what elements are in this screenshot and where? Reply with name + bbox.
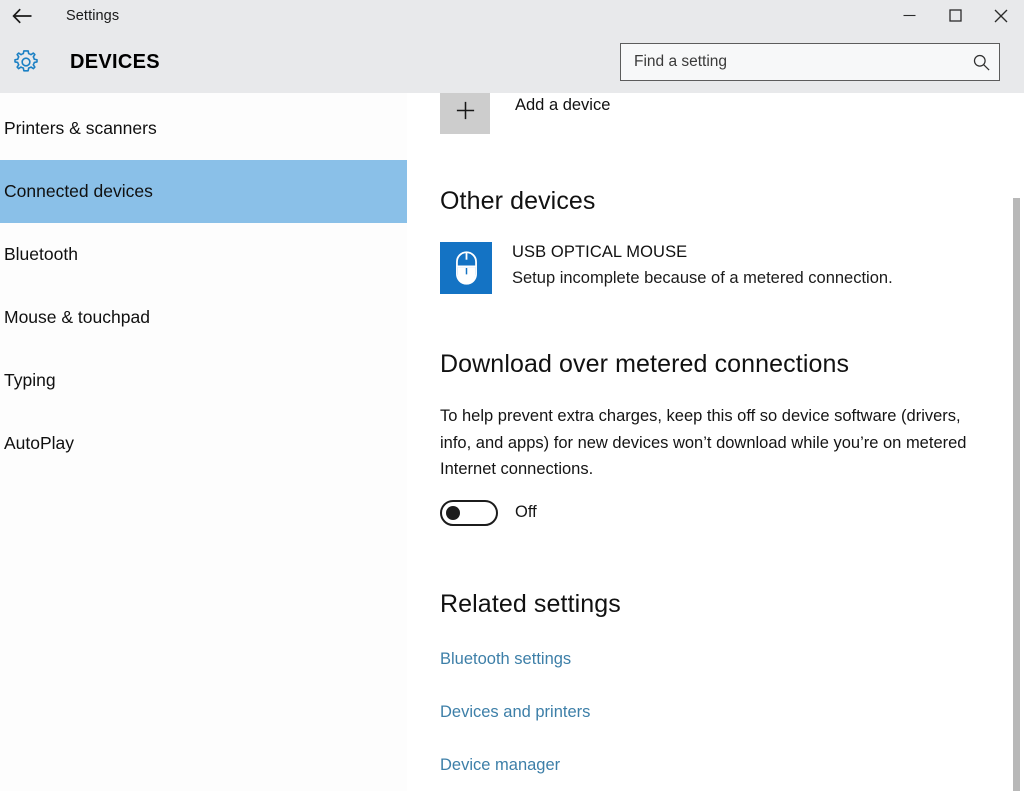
related-settings-heading: Related settings — [440, 589, 621, 618]
settings-window: Settings DEVICES Find a setting Printers… — [0, 0, 1024, 791]
back-button[interactable] — [0, 0, 46, 31]
sidebar-nav: Printers & scanners Connected devices Bl… — [0, 93, 407, 791]
mouse-icon — [455, 251, 477, 285]
sidebar-item-label: Printers & scanners — [4, 118, 157, 138]
back-arrow-icon — [12, 8, 32, 23]
title-bar: Settings — [0, 0, 1024, 31]
maximize-button[interactable] — [932, 0, 978, 31]
link-device-manager[interactable]: Device manager — [440, 755, 994, 775]
search-box[interactable] — [620, 43, 1000, 81]
metered-toggle-row: Off — [440, 499, 994, 526]
add-device-button[interactable]: Add a device — [440, 93, 994, 140]
sidebar-item-label: Bluetooth — [4, 244, 78, 264]
link-bluetooth-settings[interactable]: Bluetooth settings — [440, 649, 994, 669]
body: Printers & scanners Connected devices Bl… — [0, 93, 1024, 791]
sidebar-item-bluetooth[interactable]: Bluetooth — [0, 223, 407, 286]
device-name: USB OPTICAL MOUSE — [512, 243, 688, 261]
toggle-state-label: Off — [515, 503, 537, 521]
close-button[interactable] — [978, 0, 1024, 31]
gear-icon — [14, 50, 38, 72]
sidebar-item-label: Connected devices — [4, 181, 153, 201]
content-scroll-area: Add a device Other devices USB OPTICAL M… — [407, 93, 1024, 791]
metered-download-toggle[interactable] — [440, 499, 498, 526]
scrollbar-thumb[interactable] — [1013, 198, 1020, 791]
metered-description: To help prevent extra charges, keep this… — [440, 407, 967, 478]
search-input[interactable] — [621, 44, 963, 80]
sidebar-item-connected-devices[interactable]: Connected devices — [0, 160, 407, 223]
mouse-device-icon — [440, 242, 492, 294]
add-device-plus-button[interactable] — [440, 93, 490, 134]
window-controls — [886, 0, 1024, 31]
settings-content: Add a device Other devices USB OPTICAL M… — [407, 93, 1024, 791]
settings-gear — [3, 47, 49, 77]
minimize-button[interactable] — [886, 0, 932, 31]
plus-icon — [456, 101, 474, 120]
sidebar-item-label: AutoPlay — [4, 433, 75, 453]
search-button[interactable] — [963, 53, 999, 72]
sidebar-item-label: Typing — [4, 370, 56, 390]
maximize-icon — [948, 9, 962, 22]
link-devices-and-printers[interactable]: Devices and printers — [440, 702, 994, 722]
other-devices-heading: Other devices — [440, 187, 596, 215]
minimize-icon — [903, 14, 915, 17]
sidebar-item-typing[interactable]: Typing — [0, 349, 407, 412]
add-device-label: Add a device — [515, 96, 611, 114]
close-icon — [994, 9, 1008, 22]
device-status: Setup incomplete because of a metered co… — [512, 269, 893, 287]
sidebar-item-mouse-touchpad[interactable]: Mouse & touchpad — [0, 286, 407, 349]
device-text-block: USB OPTICAL MOUSE Setup incomplete becau… — [512, 239, 893, 291]
page-title: DEVICES — [70, 50, 160, 73]
sidebar-item-autoplay[interactable]: AutoPlay — [0, 412, 407, 475]
search-icon — [973, 54, 990, 71]
device-list-item[interactable]: USB OPTICAL MOUSE Setup incomplete becau… — [440, 242, 994, 294]
vertical-scrollbar[interactable] — [1008, 93, 1024, 791]
page-header: DEVICES — [0, 31, 1024, 93]
metered-connections-heading: Download over metered connections — [440, 350, 850, 378]
sidebar-item-label: Mouse & touchpad — [4, 307, 150, 327]
sidebar-item-printers-scanners[interactable]: Printers & scanners — [0, 97, 407, 160]
window-title: Settings — [66, 7, 120, 24]
toggle-knob — [446, 505, 460, 520]
